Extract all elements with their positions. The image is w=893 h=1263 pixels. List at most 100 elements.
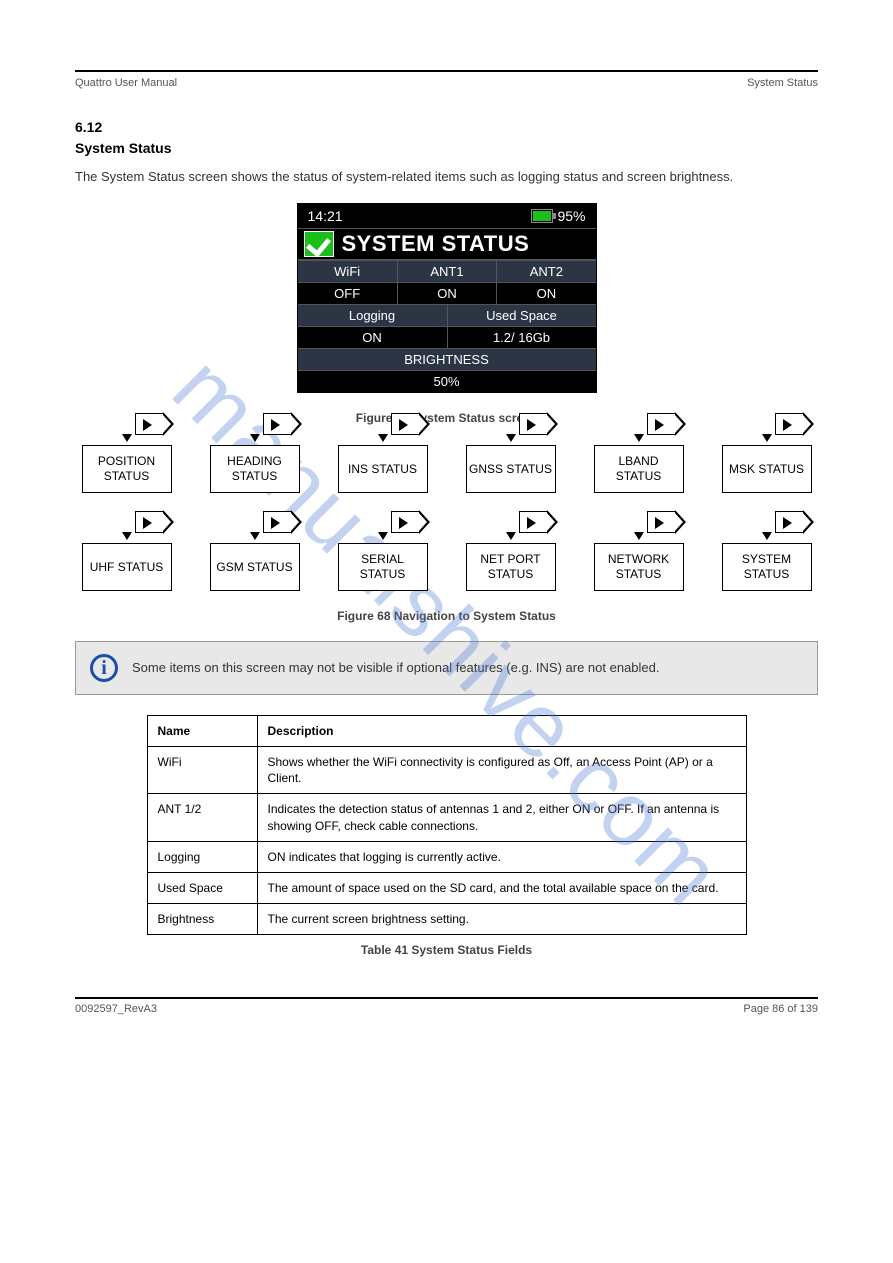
arrow-down-icon (762, 532, 772, 540)
header-left: Quattro User Manual (75, 77, 177, 89)
flow-box: NETWORK STATUS (594, 543, 684, 591)
note-text: Some items on this screen may not be vis… (132, 659, 660, 677)
table-row: Used Space The amount of space used on t… (147, 872, 746, 903)
cell-brightness-label: BRIGHTNESS (298, 348, 596, 370)
play-icon (647, 511, 675, 533)
device-title: SYSTEM STATUS (342, 231, 530, 257)
flow-box-label: GNSS STATUS (467, 462, 555, 476)
table-cell: Logging (147, 841, 257, 872)
arrow-down-icon (122, 434, 132, 442)
arrow-down-icon (634, 532, 644, 540)
info-table: Name Description WiFi Shows whether the … (147, 715, 747, 936)
page-header: Quattro User Manual System Status (75, 77, 818, 89)
flow-box-label: SERIAL STATUS (339, 552, 427, 581)
flow-box-label: UHF STATUS (83, 560, 171, 574)
table-head-name: Name (147, 715, 257, 746)
flow-box: UHF STATUS (82, 543, 172, 591)
flow-box: SYSTEM STATUS (722, 543, 812, 591)
table-row: Logging ON indicates that logging is cur… (147, 841, 746, 872)
table-cell: Brightness (147, 904, 257, 935)
play-icon (647, 413, 675, 435)
table-row: Brightness The current screen brightness… (147, 904, 746, 935)
arrow-down-icon (762, 434, 772, 442)
page-footer: 0092597_RevA3 Page 86 of 139 (75, 1003, 818, 1015)
table-cell: WiFi (147, 747, 257, 794)
table-cell: Indicates the detection status of antenn… (257, 794, 746, 841)
header-rule (75, 70, 818, 72)
table-cell: The current screen brightness setting. (257, 904, 746, 935)
table-cell: Used Space (147, 872, 257, 903)
cell-logging-label: Logging (298, 305, 447, 326)
flow-box-label: NET PORT STATUS (467, 552, 555, 581)
table-head-desc: Description (257, 715, 746, 746)
cell-ant2-value: ON (496, 283, 595, 304)
play-icon (775, 511, 803, 533)
flow-diagram: POSITION STATUS HEADING STATUS INS STATU… (77, 445, 817, 591)
flow-box: LBAND STATUS (594, 445, 684, 493)
section-number: 6.12 (75, 119, 818, 135)
flow-box: HEADING STATUS (210, 445, 300, 493)
flow-box: SERIAL STATUS (338, 543, 428, 591)
section-title: System Status (75, 140, 818, 156)
header-right: System Status (747, 77, 818, 89)
device-time: 14:21 (308, 208, 532, 224)
play-icon (519, 413, 547, 435)
cell-brightness-value: 50% (298, 370, 596, 392)
play-icon (519, 511, 547, 533)
play-icon (263, 413, 291, 435)
device-title-row: SYSTEM STATUS (298, 228, 596, 260)
cell-usedspace-label: Used Space (447, 305, 596, 326)
page: Quattro User Manual System Status 6.12 S… (0, 0, 893, 1045)
footer-right: Page 86 of 139 (743, 1003, 818, 1015)
battery-icon (531, 209, 553, 223)
flow-box: GSM STATUS (210, 543, 300, 591)
footer-left: 0092597_RevA3 (75, 1003, 157, 1015)
device-screenshot: 14:21 95% SYSTEM STATUS WiFi ANT1 ANT2 O… (297, 203, 597, 393)
cell-ant1-label: ANT1 (397, 261, 496, 282)
flow-box-label: HEADING STATUS (211, 454, 299, 483)
arrow-down-icon (122, 532, 132, 540)
flow-box-label: GSM STATUS (211, 560, 299, 574)
play-icon (135, 413, 163, 435)
checkmark-icon (304, 231, 334, 257)
battery-percent: 95% (557, 208, 585, 224)
play-icon (391, 413, 419, 435)
device-grid: WiFi ANT1 ANT2 OFF ON ON Logging Used Sp… (298, 260, 596, 392)
flow-box-label: NETWORK STATUS (595, 552, 683, 581)
arrow-down-icon (506, 532, 516, 540)
cell-ant2-label: ANT2 (496, 261, 595, 282)
flow-box: GNSS STATUS (466, 445, 556, 493)
section-intro: The System Status screen shows the statu… (75, 168, 818, 187)
table-caption: Table 41 System Status Fields (75, 943, 818, 957)
arrow-down-icon (250, 532, 260, 540)
figure-label-1: Figure 67 System Status screen (75, 411, 818, 425)
table-row: ANT 1/2 Indicates the detection status o… (147, 794, 746, 841)
play-icon (391, 511, 419, 533)
table-cell: ANT 1/2 (147, 794, 257, 841)
arrow-down-icon (378, 434, 388, 442)
arrow-down-icon (506, 434, 516, 442)
play-icon (263, 511, 291, 533)
cell-wifi-value: OFF (298, 283, 397, 304)
flow-row-1: POSITION STATUS HEADING STATUS INS STATU… (77, 445, 817, 493)
footer-rule (75, 997, 818, 999)
flow-box-label: SYSTEM STATUS (723, 552, 811, 581)
flow-box-label: INS STATUS (339, 462, 427, 476)
note-box: i Some items on this screen may not be v… (75, 641, 818, 695)
flow-box-label: POSITION STATUS (83, 454, 171, 483)
cell-logging-value: ON (298, 327, 447, 348)
figure-label-2: Figure 68 Navigation to System Status (75, 609, 818, 623)
arrow-down-icon (250, 434, 260, 442)
cell-usedspace-value: 1.2/ 16Gb (447, 327, 596, 348)
flow-box: MSK STATUS (722, 445, 812, 493)
flow-box: POSITION STATUS (82, 445, 172, 493)
table-cell: Shows whether the WiFi connectivity is c… (257, 747, 746, 794)
flow-row-2: UHF STATUS GSM STATUS SERIAL STATUS NET … (77, 543, 817, 591)
info-icon: i (90, 654, 118, 682)
table-row: WiFi Shows whether the WiFi connectivity… (147, 747, 746, 794)
play-icon (775, 413, 803, 435)
flow-box-label: MSK STATUS (723, 462, 811, 476)
play-icon (135, 511, 163, 533)
cell-ant1-value: ON (397, 283, 496, 304)
flow-box: NET PORT STATUS (466, 543, 556, 591)
